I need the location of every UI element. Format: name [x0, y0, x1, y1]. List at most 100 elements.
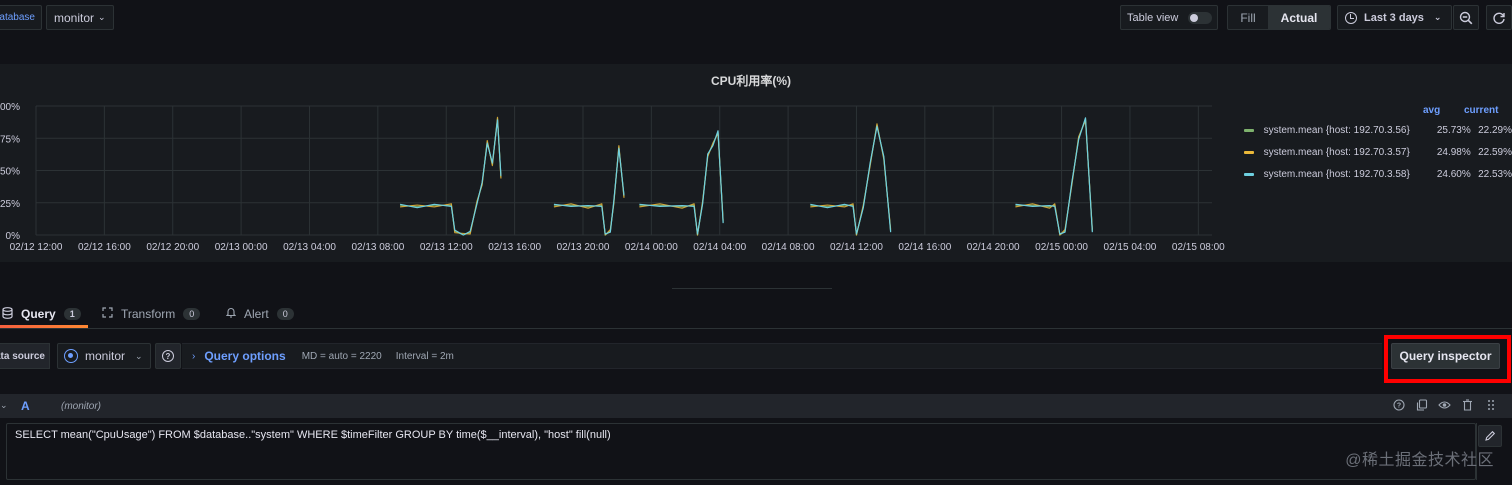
panel-title: CPU利用率(%)	[711, 74, 791, 88]
x-axis: 02/12 12:00 02/12 16:00 02/12 20:00 02/13 0…	[10, 242, 1226, 253]
y-tick-label: 50%	[0, 167, 20, 178]
chevron-right-icon: ›	[192, 350, 196, 362]
data-source-picker[interactable]: monitor ⌄	[57, 343, 151, 369]
time-range-picker[interactable]: Last 3 days ⌄	[1337, 5, 1452, 30]
y-axis: 0% 25% 50% 75% 100%	[0, 102, 20, 242]
raw-query-editor[interactable]: SELECT mean("CpuUsage") FROM $database..…	[6, 423, 1476, 480]
x-tick-label: 02/14 04:00	[693, 242, 746, 253]
y-tick-label: 0%	[6, 231, 21, 242]
series-line	[1015, 118, 1093, 236]
query-options[interactable]: › Query options MD = auto = 2220 Interva…	[182, 343, 1382, 369]
toggle-editor-mode-button[interactable]	[1478, 425, 1502, 447]
query-row-actions: ?	[1392, 398, 1497, 411]
series-line	[1015, 117, 1093, 235]
cpu-line-chart[interactable]: 0%25%50%75%100% 02/12 12:0002/12 16:0002…	[0, 96, 1230, 258]
data-source-label: Data source	[0, 343, 50, 369]
tab-transform-label: Transform	[121, 307, 176, 321]
series-line	[553, 146, 625, 236]
tab-query-count: 1	[63, 308, 81, 320]
tab-alert-count: 0	[276, 308, 294, 320]
x-tick-label: 02/14 12:00	[830, 242, 883, 253]
panel-resize-handle[interactable]	[672, 288, 832, 289]
database-variable-value: monitor	[54, 10, 95, 25]
x-tick-label: 02/13 08:00	[351, 242, 404, 253]
legend-series-name: system.mean {host: 192.70.3.57}	[1263, 146, 1410, 158]
x-tick-label: 02/15 08:00	[1172, 242, 1225, 253]
watermark-text: @稀土掘金技术社区	[1345, 452, 1494, 469]
x-tick-label: 02/14 20:00	[967, 242, 1020, 253]
legend-series-name: system.mean {host: 192.70.3.58}	[1263, 168, 1410, 180]
duplicate-query-icon[interactable]	[1415, 398, 1428, 411]
legend-avg-value: 24.98%	[1436, 146, 1471, 158]
table-view-toggle[interactable]: Table view	[1120, 5, 1218, 30]
legend-current-value: 22.53%	[1478, 168, 1512, 180]
x-tick-label: 02/14 00:00	[625, 242, 678, 253]
query-row-header[interactable]	[0, 394, 1512, 418]
x-tick-label: 02/13 04:00	[283, 242, 336, 253]
chart-grid	[35, 105, 1212, 236]
legend-header-avg[interactable]: avg	[1423, 105, 1440, 116]
tab-transform[interactable]: Transform 0	[102, 300, 201, 328]
x-tick-label: 02/12 20:00	[146, 242, 199, 253]
pencil-icon	[1485, 430, 1496, 441]
series-line	[553, 145, 625, 236]
tab-query[interactable]: Query 1	[2, 300, 81, 328]
legend-header-current[interactable]: current	[1464, 105, 1498, 116]
y-tick-label: 75%	[0, 134, 20, 145]
eye-icon[interactable]	[1438, 398, 1451, 411]
raw-query-text[interactable]: SELECT mean("CpuUsage") FROM $database..…	[15, 429, 611, 441]
y-tick-label: 100%	[0, 102, 20, 113]
interval-info: Interval = 2m	[395, 350, 454, 362]
drag-handle-icon[interactable]	[1484, 398, 1497, 411]
series-line	[400, 116, 502, 235]
tab-query-label: Query	[21, 307, 56, 321]
help-icon[interactable]: ?	[1392, 398, 1405, 411]
query-ref-id[interactable]: A	[21, 399, 30, 413]
legend-swatch	[1244, 150, 1254, 154]
svg-text:?: ?	[1396, 402, 1400, 409]
collapse-chevron-icon[interactable]: ⌄	[0, 400, 8, 411]
data-source-help-button[interactable]: ?	[155, 343, 181, 369]
legend-avg-value: 24.60%	[1436, 168, 1471, 180]
x-tick-label: 02/13 20:00	[557, 242, 610, 253]
max-data-points-info: MD = auto = 2220	[301, 350, 382, 362]
tabs-divider	[0, 328, 1512, 329]
legend-item[interactable]: system.mean {host: 192.70.3.58} 24.60% 2…	[1244, 164, 1512, 184]
tab-alert[interactable]: Alert 0	[225, 300, 294, 328]
tab-alert-label: Alert	[244, 307, 269, 321]
legend-item[interactable]: system.mean {host: 192.70.3.57} 24.98% 2…	[1244, 142, 1512, 162]
x-tick-label: 02/13 12:00	[420, 242, 473, 253]
x-tick-label: 02/12 16:00	[78, 242, 131, 253]
series-line	[400, 118, 502, 236]
series-line	[639, 131, 724, 236]
fill-option[interactable]: Fill	[1228, 6, 1268, 29]
x-tick-label: 02/14 16:00	[898, 242, 951, 253]
actual-option[interactable]: Actual	[1268, 6, 1330, 29]
legend-item[interactable]: system.mean {host: 192.70.3.56} 25.73% 2…	[1244, 120, 1512, 140]
database-variable-label: Database	[0, 5, 42, 30]
x-tick-label: 02/14 08:00	[762, 242, 815, 253]
legend-current-value: 22.59%	[1478, 146, 1512, 158]
bell-icon	[225, 307, 237, 321]
refresh-button[interactable]	[1486, 5, 1512, 30]
transform-icon	[102, 307, 113, 321]
toggle-switch[interactable]	[1188, 11, 1213, 24]
legend-avg-value: 25.73%	[1436, 124, 1471, 136]
query-inspector-button[interactable]: Query inspector	[1391, 343, 1500, 369]
chevron-down-icon: ⌄	[1433, 12, 1442, 22]
query-datasource-hint: (monitor)	[61, 401, 102, 412]
legend-swatch	[1244, 128, 1254, 132]
legend-current-value: 22.29%	[1478, 124, 1512, 136]
series-line	[810, 123, 892, 236]
zoom-out-button[interactable]	[1453, 5, 1479, 30]
tab-transform-count: 0	[183, 308, 201, 320]
data-source-value: monitor	[85, 349, 126, 363]
trash-icon[interactable]	[1461, 398, 1474, 411]
clock-icon	[1345, 11, 1357, 24]
influxdb-icon	[64, 349, 78, 363]
legend-swatch	[1244, 172, 1254, 176]
legend-series-name: system.mean {host: 192.70.3.56}	[1263, 124, 1410, 136]
chevron-down-icon: ⌄	[98, 12, 106, 22]
query-options-label[interactable]: Query options	[204, 349, 285, 363]
database-variable-select[interactable]: monitor ⌄	[46, 5, 114, 30]
